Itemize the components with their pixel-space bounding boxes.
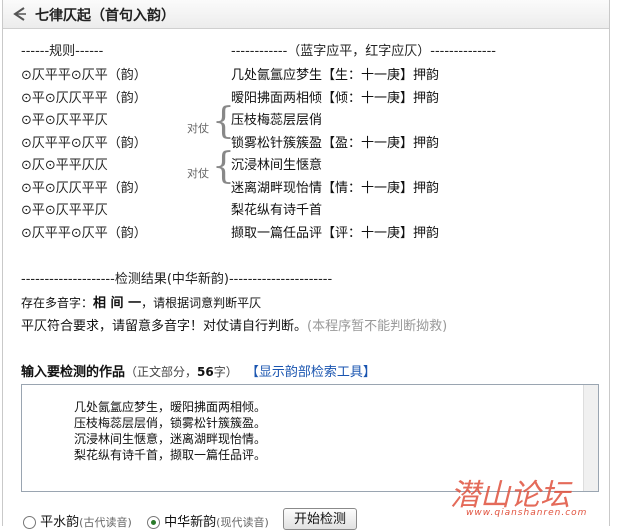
- poem-line-2: 暧阳拂面两相倾【倾：十一庚】押韵: [231, 91, 440, 106]
- radio-pingshui[interactable]: 平水韵(古代读音): [23, 511, 132, 530]
- poem-check-panel: 七律仄起（首句入韵） ------规则------ ------------（蓝…: [2, 0, 610, 530]
- radio-zhonghua[interactable]: 中华新韵(现代读音): [147, 511, 269, 530]
- rule-line-7: ⊙平⊙仄平平仄: [21, 203, 108, 218]
- char-count: 56: [197, 365, 214, 379]
- radio-zhonghua-indicator[interactable]: [147, 516, 160, 529]
- input-heading: 输入要检测的作品（正文部分，56字） 【显示韵部检索工具】: [21, 365, 376, 380]
- polyphone-chars: 相 间 一: [93, 296, 142, 311]
- duizhang-label-1: 对仗: [187, 122, 209, 135]
- poem-line-4: 锁雾松针簇簇盈【盈：十一庚】押韵: [231, 136, 440, 151]
- legend-header: ------------（蓝字应平，红字应仄）--------------: [231, 44, 496, 59]
- result-header: --------------------检测结果(中华新韵)----------…: [21, 272, 333, 287]
- poem-line-5: 沉浸林间生惬意: [231, 158, 323, 173]
- input-label: 输入要检测的作品: [21, 365, 126, 380]
- rule-line-4: ⊙仄平平⊙仄平（韵）: [21, 136, 147, 151]
- rule-line-3: ⊙平⊙仄平平仄: [21, 113, 108, 128]
- verdict-note: (本程序暂不能判断拗救): [307, 319, 448, 334]
- watermark-url: www.qianshanren.com: [466, 508, 588, 518]
- rule-line-5: ⊙仄⊙平平仄仄: [21, 158, 108, 173]
- rhyme-note-2: 【倾：十一庚】押韵: [322, 91, 440, 106]
- poem-input-text: 几处氤氲应梦生，暧阳拂面两相倾。 压枝梅蕊层层俏，锁雾松针簇簇盈。 沉浸林间生惬…: [74, 400, 267, 462]
- poem-line-7: 梨花纵有诗千首: [231, 203, 323, 218]
- forum-watermark: 潜山论坛 www.qianshanren.com: [450, 470, 610, 526]
- radio-pingshui-indicator[interactable]: [23, 516, 36, 529]
- polyphone-notice: 存在多音字：相 间 一，请根据词意判断平仄: [21, 296, 262, 311]
- rule-line-6: ⊙平⊙仄仄平平（韵）: [21, 181, 147, 196]
- poem-line-3: 压枝梅蕊层层俏: [231, 113, 323, 128]
- rhyme-note-1: 【生：十一庚】押韵: [322, 68, 440, 83]
- verdict: 平仄符合要求，请留意多音字！对仗请自行判断。(本程序暂不能判断拗救): [21, 319, 448, 334]
- rhyme-note-6: 【情：十一庚】押韵: [322, 181, 440, 196]
- show-rhyme-tool-link[interactable]: 【显示韵部检索工具】: [246, 365, 376, 380]
- poem-line-8: 撷取一篇任品评【评：十一庚】押韵: [231, 226, 440, 241]
- rhyme-note-8: 【评：十一庚】押韵: [322, 226, 440, 241]
- duizhang-label-2: 对仗: [187, 167, 209, 180]
- poem-line-1: 几处氤氲应梦生【生：十一庚】押韵: [231, 68, 440, 83]
- rule-line-1: ⊙仄平平⊙仄平（韵）: [21, 68, 147, 83]
- rule-line-8: ⊙仄平平⊙仄平（韵）: [21, 226, 147, 241]
- title-bar: 七律仄起（首句入韵）: [3, 0, 609, 29]
- rhyme-note-4: 【盈：十一庚】押韵: [322, 136, 440, 151]
- page-title: 七律仄起（首句入韵）: [35, 8, 175, 24]
- back-arrow-icon[interactable]: [11, 6, 27, 22]
- poem-line-6: 迷离湖畔现怡情【情：十一庚】押韵: [231, 181, 440, 196]
- rules-header: ------规则------: [21, 44, 104, 59]
- rule-line-2: ⊙平⊙仄仄平平（韵）: [21, 91, 147, 106]
- start-check-button[interactable]: 开始检测: [283, 508, 357, 530]
